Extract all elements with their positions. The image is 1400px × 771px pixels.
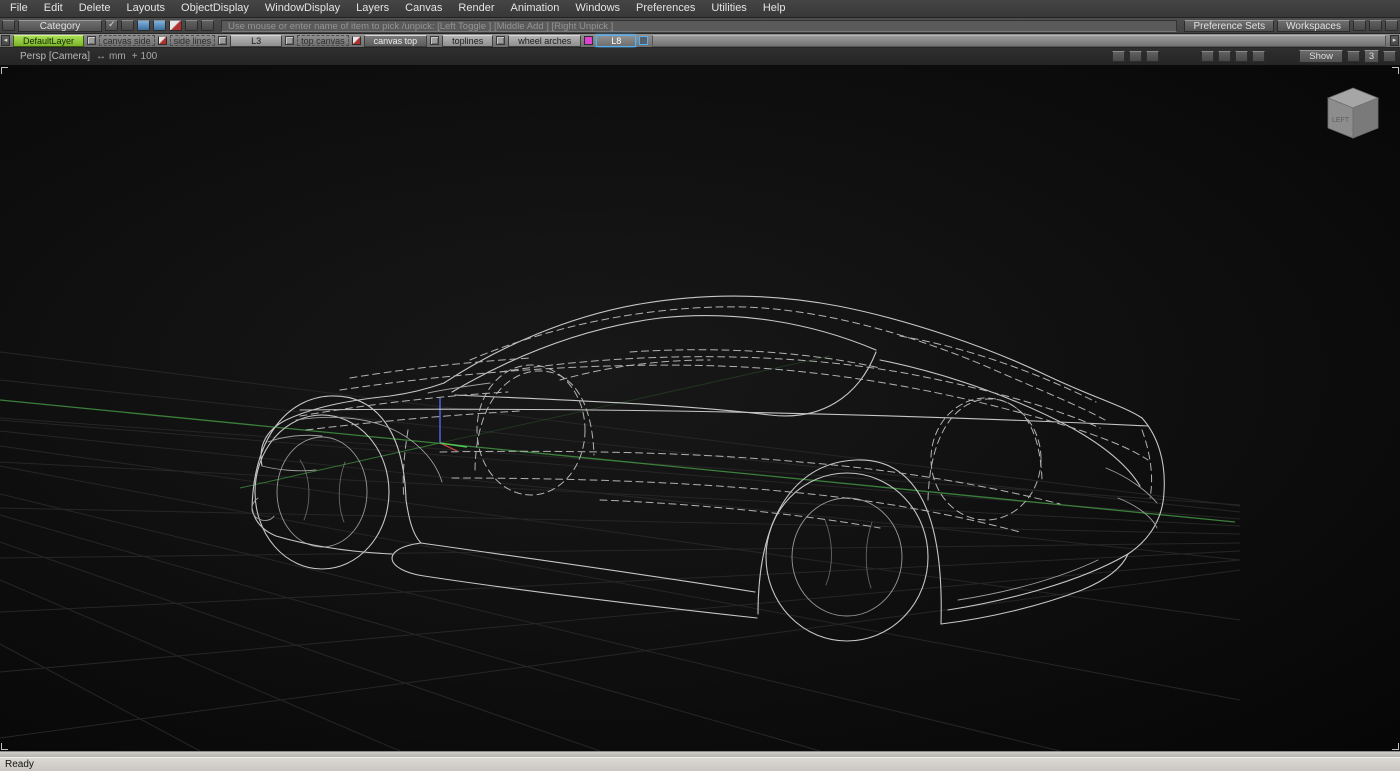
shelf-grid-icon[interactable] (2, 20, 15, 31)
prompt-line-input[interactable]: Use mouse or enter name of item to pick … (221, 20, 1177, 32)
car-wireframe (252, 296, 1164, 641)
menu-animation[interactable]: Animation (503, 0, 568, 18)
pick-toggle-icon[interactable] (105, 20, 118, 31)
viewport-corner-handle[interactable] (1, 67, 8, 74)
grid-size-value: 100 (141, 51, 158, 62)
layer-l8-button[interactable]: L8 (596, 35, 636, 47)
pane-single-icon[interactable] (1201, 51, 1214, 62)
menu-help[interactable]: Help (755, 0, 794, 18)
prompt-toolbar: Category Use mouse or enter name of item… (0, 18, 1400, 34)
layer-bar: ◂ DefaultLayer canvas side side lines L3… (0, 34, 1400, 48)
pane-expand-icon[interactable] (1252, 51, 1265, 62)
menu-preferences[interactable]: Preferences (628, 0, 703, 18)
camera-icon[interactable] (1112, 51, 1125, 62)
layer-toplines-button[interactable]: toplines (442, 35, 493, 47)
canvas-side-paint-icon[interactable] (158, 36, 167, 45)
layer-scroll-right-button[interactable]: ▸ (1390, 35, 1399, 46)
menu-objectdisplay[interactable]: ObjectDisplay (173, 0, 257, 18)
layer-side-lines-chip[interactable]: side lines (170, 35, 216, 46)
units-arrows-icon: ↔ (96, 51, 106, 62)
dock-icon[interactable] (1385, 20, 1398, 31)
layer-defaultlayer-button[interactable]: DefaultLayer (13, 35, 84, 47)
menu-layouts[interactable]: Layouts (119, 0, 174, 18)
menu-bar: File Edit Delete Layouts ObjectDisplay W… (0, 0, 1400, 18)
curve-tool-icon[interactable] (137, 20, 150, 31)
menu-edit[interactable]: Edit (36, 0, 71, 18)
history-icon[interactable] (1353, 20, 1366, 31)
zoom-magnifier-icon[interactable] (1146, 51, 1159, 62)
status-text: Ready (5, 759, 34, 770)
menu-render[interactable]: Render (450, 0, 502, 18)
curve-edit-icon[interactable] (153, 20, 166, 31)
viewport-units-label: mm (109, 51, 126, 62)
wheel-arches-color-swatch[interactable] (584, 36, 593, 45)
category-button[interactable]: Category (18, 20, 102, 32)
view-cube[interactable]: LEFT (1328, 88, 1378, 138)
alias-application-window: File Edit Delete Layouts ObjectDisplay W… (0, 0, 1400, 771)
image-plane-icon[interactable] (1129, 51, 1142, 62)
window-maximize-icon[interactable] (1383, 51, 1396, 62)
x-axis-line (0, 400, 1235, 522)
grid-crosshair-icon: + (132, 51, 138, 62)
perspective-viewport[interactable]: LEFT (0, 66, 1400, 751)
pane-quad-icon[interactable] (1235, 51, 1248, 62)
move-panel-icon[interactable] (1369, 20, 1382, 31)
layer-checkbox[interactable] (496, 36, 505, 45)
snap-magnet-icon[interactable] (185, 20, 198, 31)
menu-utilities[interactable]: Utilities (703, 0, 754, 18)
snap-grid-icon[interactable] (201, 20, 214, 31)
layer-l3-button[interactable]: L3 (230, 35, 282, 47)
layer-top-canvas-chip[interactable]: top canvas (297, 35, 349, 46)
view-number-button[interactable]: 3 (1364, 50, 1379, 63)
preference-sets-button[interactable]: Preference Sets (1184, 20, 1274, 32)
top-canvas-paint-icon[interactable] (352, 36, 361, 45)
workspaces-button[interactable]: Workspaces (1277, 20, 1350, 32)
viewport-corner-handle[interactable] (1, 743, 8, 750)
viewport-header: Persp [Camera] ↔ mm + 100 Show 3 (0, 48, 1400, 66)
window-minimize-icon[interactable] (1347, 51, 1360, 62)
show-menu-button[interactable]: Show (1299, 50, 1343, 63)
viewport-canvas: LEFT (0, 66, 1400, 751)
l8-color-swatch[interactable] (639, 36, 648, 45)
sketch-pencil-icon[interactable] (169, 20, 182, 31)
origin-axis-triad (440, 398, 467, 451)
ground-grid (0, 352, 1240, 751)
menu-windowdisplay[interactable]: WindowDisplay (257, 0, 348, 18)
menu-windows[interactable]: Windows (567, 0, 628, 18)
viewport-corner-handle[interactable] (1392, 67, 1399, 74)
menu-layers[interactable]: Layers (348, 0, 397, 18)
menu-file[interactable]: File (2, 0, 36, 18)
menu-delete[interactable]: Delete (71, 0, 119, 18)
layer-canvas-side-chip[interactable]: canvas side (99, 35, 155, 46)
viewport-corner-handle[interactable] (1392, 743, 1399, 750)
layer-checkbox[interactable] (87, 36, 96, 45)
viewport-title[interactable]: Persp [Camera] (20, 51, 90, 62)
layer-checkbox[interactable] (430, 36, 439, 45)
pane-split-icon[interactable] (1218, 51, 1231, 62)
view-cube-face-label: LEFT (1332, 117, 1350, 124)
layer-wheel-arches-button[interactable]: wheel arches (508, 35, 581, 47)
layer-scroll-left-button[interactable]: ◂ (1, 35, 10, 46)
layer-checkbox[interactable] (218, 36, 227, 45)
layer-bar-empty-track[interactable] (652, 35, 1386, 47)
layer-checkbox[interactable] (285, 36, 294, 45)
pick-object-icon[interactable] (121, 20, 134, 31)
layer-canvas-top-button[interactable]: canvas top (364, 35, 428, 47)
menu-canvas[interactable]: Canvas (397, 0, 450, 18)
status-bar: Ready (0, 757, 1400, 771)
